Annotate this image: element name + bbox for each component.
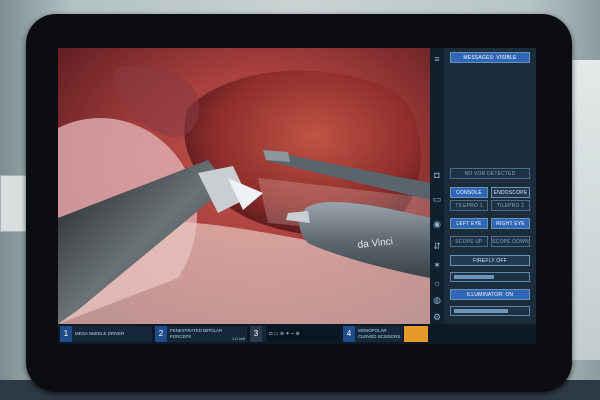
wall-mount-right (570, 60, 600, 360)
wall-mount-left (0, 175, 28, 232)
camera-status-icon: ◘ ▭ ⊕ ✦ ⌁ ⊗ (268, 331, 300, 337)
scope-icon[interactable]: ⇵ (432, 241, 442, 251)
tilepro2-button[interactable]: TILEPRO 2 (491, 200, 530, 211)
energy-activation-indicator (404, 326, 428, 342)
endoscope-button[interactable]: ENDOSCOPE (491, 187, 530, 198)
arm-2-panel[interactable]: 2 FENESTRATED BIPOLAR FORCEPS 1.0 xx0 (155, 326, 247, 342)
messages-visible-button[interactable]: MESSAGES: VISIBLE (450, 52, 530, 63)
firefly-button[interactable]: FIREFLY OFF (450, 255, 530, 266)
arm-4-panel[interactable]: 4 MONOPOLAR CURVED SCISSORS (343, 326, 403, 342)
illuminator-button[interactable]: ILLUMINATOR: ON (450, 289, 530, 300)
camera-icon[interactable]: ◘ (432, 170, 442, 180)
arm-1-number: 1 (60, 326, 72, 342)
eye-icon[interactable]: ◉ (432, 219, 442, 229)
console-button[interactable]: CONSOLE (450, 187, 488, 198)
scope-up-button[interactable]: SCOPE UP (450, 236, 488, 247)
illuminator-level-fill (454, 309, 508, 313)
left-eye-button[interactable]: LEFT EYE (450, 218, 488, 229)
arm-2-label: FENESTRATED BIPOLAR FORCEPS (170, 328, 223, 339)
brightness-slider[interactable] (450, 272, 530, 282)
arm-4-number: 4 (343, 326, 355, 342)
right-eye-button[interactable]: RIGHT EYE (491, 218, 530, 229)
arm-1-label: MEGA NEEDLE DRIVER (75, 331, 125, 336)
brightness-slider-fill (454, 275, 494, 279)
arm-3-panel[interactable]: 3 (250, 326, 266, 342)
menu-icon[interactable]: ≡ (432, 54, 442, 64)
arm-4-label: MONOPOLAR CURVED SCISSORS (358, 328, 401, 339)
arm-2-number: 2 (155, 326, 167, 342)
illuminator-level-slider[interactable] (450, 306, 530, 316)
vor-status: NO VOR DETECTED (450, 168, 530, 179)
arm-2-tag: 1.0 xx0 (232, 336, 245, 341)
surgical-field-image: da Vinci (58, 48, 430, 324)
side-control-panel: ≡ ◘ ▭ ◉ ⇵ ✶ ☼ ◍ ⚙ MESSAGES: VISIBLE NO V… (430, 48, 536, 344)
monitor-screen: da Vinci ≡ ◘ ▭ ◉ ⇵ ✶ ☼ ◍ ⚙ MESSAGES: VIS… (58, 48, 536, 344)
side-icon-strip: ≡ ◘ ▭ ◉ ⇵ ✶ ☼ ◍ ⚙ (430, 48, 444, 344)
arm-1-panel[interactable]: 1 MEGA NEEDLE DRIVER (60, 326, 152, 342)
settings-icon[interactable]: ⚙ (432, 312, 442, 322)
firefly-icon[interactable]: ✶ (432, 260, 442, 270)
scope-down-button[interactable]: SCOPE DOWN (491, 236, 530, 247)
display-icon[interactable]: ▭ (432, 194, 442, 204)
illuminator-icon[interactable]: ◍ (432, 295, 442, 305)
endoscope-video: da Vinci (58, 48, 430, 324)
arm-3-number: 3 (250, 326, 262, 342)
brightness-icon[interactable]: ☼ (432, 278, 442, 288)
tilepro1-button[interactable]: TILEPRO 1 (450, 200, 488, 211)
instrument-status-bar: 1 MEGA NEEDLE DRIVER 2 FENESTRATED BIPOL… (58, 324, 536, 344)
system-status-icons: ◘ ▭ ⊕ ✦ ⌁ ⊗ (268, 326, 340, 342)
